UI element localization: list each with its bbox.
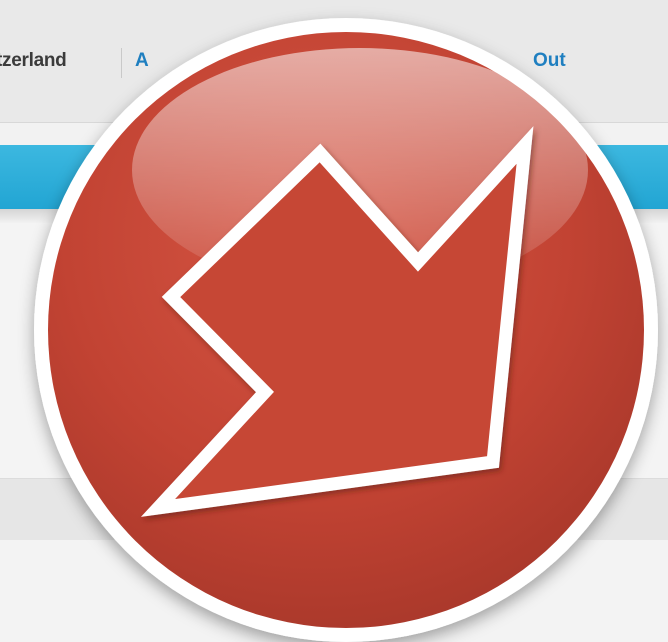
page: tzerland A Out [0,0,668,642]
arrow-down-right-icon [34,18,658,642]
